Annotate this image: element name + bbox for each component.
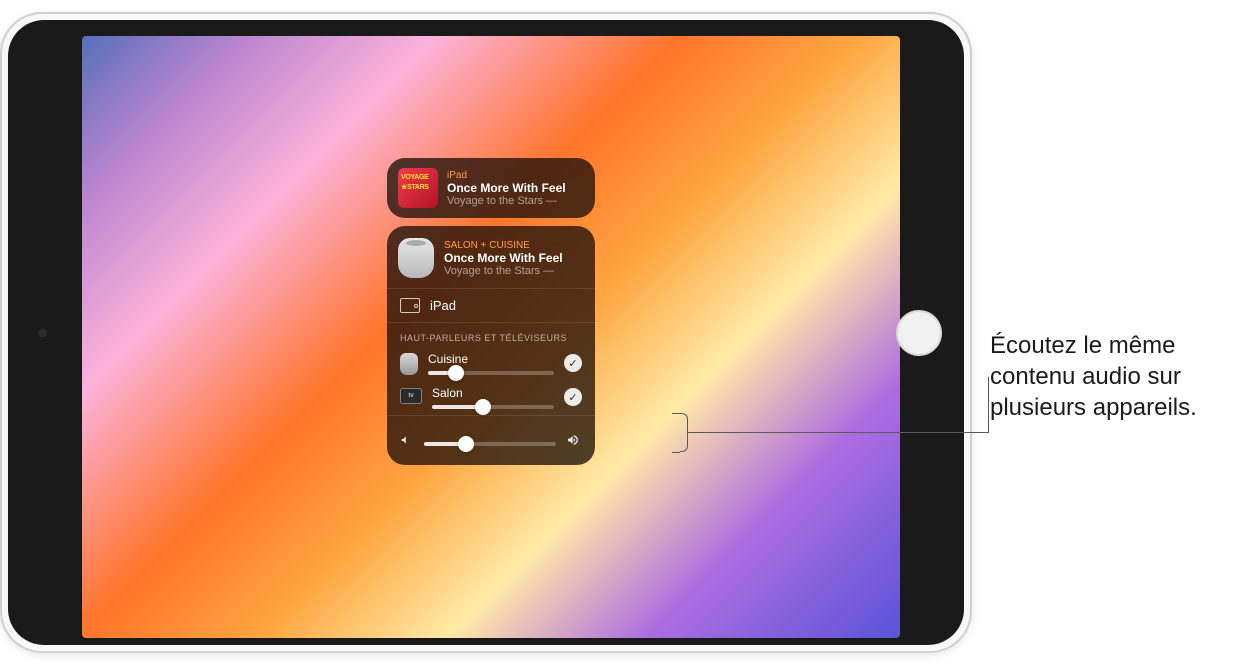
output-row-salon[interactable]: tv Salon ✓ [387, 381, 595, 415]
now-playing-info: iPad Once More With Feel Voyage to the S… [447, 170, 584, 207]
track-title: Once More With Feel [447, 181, 584, 195]
now-playing-card-ipad[interactable]: iPad Once More With Feel Voyage to the S… [387, 158, 595, 218]
callout-text: Écoutez le même contenu audio sur plusie… [990, 330, 1245, 424]
screen: iPad Once More With Feel Voyage to the S… [82, 36, 900, 638]
callout-leader-line [672, 452, 680, 453]
checkmark-icon[interactable]: ✓ [564, 388, 582, 406]
output-row-ipad[interactable]: iPad [387, 288, 595, 322]
ipad-bezel: iPad Once More With Feel Voyage to the S… [8, 20, 964, 645]
checkmark-icon[interactable]: ✓ [564, 354, 582, 372]
now-playing-info: SALON + CUISINE Once More With Feel Voya… [444, 240, 584, 277]
album-art-icon [398, 168, 438, 208]
master-volume-row [387, 415, 595, 465]
ipad-frame: iPad Once More With Feel Voyage to the S… [0, 12, 972, 653]
homepod-mini-icon [400, 353, 418, 375]
track-subtitle: Voyage to the Stars — [447, 195, 584, 207]
volume-low-icon [400, 433, 414, 450]
output-label: iPad [430, 298, 582, 313]
volume-high-icon [566, 432, 582, 451]
home-button[interactable] [896, 310, 942, 356]
slider-thumb[interactable] [458, 436, 474, 452]
track-title: Once More With Feel [444, 251, 584, 265]
slider-thumb[interactable] [475, 399, 491, 415]
section-header: HAUT-PARLEURS ET TÉLÉVISEURS [387, 322, 595, 347]
track-subtitle: Voyage to the Stars — [444, 265, 584, 277]
callout-leader-line [688, 432, 988, 433]
airplay-control-panel: iPad Once More With Feel Voyage to the S… [387, 158, 595, 465]
now-playing-header[interactable]: SALON + CUISINE Once More With Feel Voya… [387, 226, 595, 288]
callout-bracket [680, 413, 688, 452]
output-label: Cuisine [428, 352, 554, 366]
output-label: Salon [432, 386, 554, 400]
volume-slider-cuisine[interactable] [428, 371, 554, 375]
device-label: SALON + CUISINE [444, 240, 584, 251]
output-row-cuisine[interactable]: Cuisine ✓ [387, 347, 595, 381]
device-label: iPad [447, 170, 584, 181]
callout-leader-line [672, 413, 680, 414]
volume-slider-salon[interactable] [432, 405, 554, 409]
volume-slider-master[interactable] [424, 442, 556, 446]
ipad-icon [400, 298, 420, 313]
slider-thumb[interactable] [448, 365, 464, 381]
callout-leader-line [988, 377, 989, 433]
airplay-expanded-card: SALON + CUISINE Once More With Feel Voya… [387, 226, 595, 465]
appletv-icon: tv [400, 388, 422, 404]
homepod-icon [398, 238, 434, 278]
front-camera [38, 328, 47, 337]
